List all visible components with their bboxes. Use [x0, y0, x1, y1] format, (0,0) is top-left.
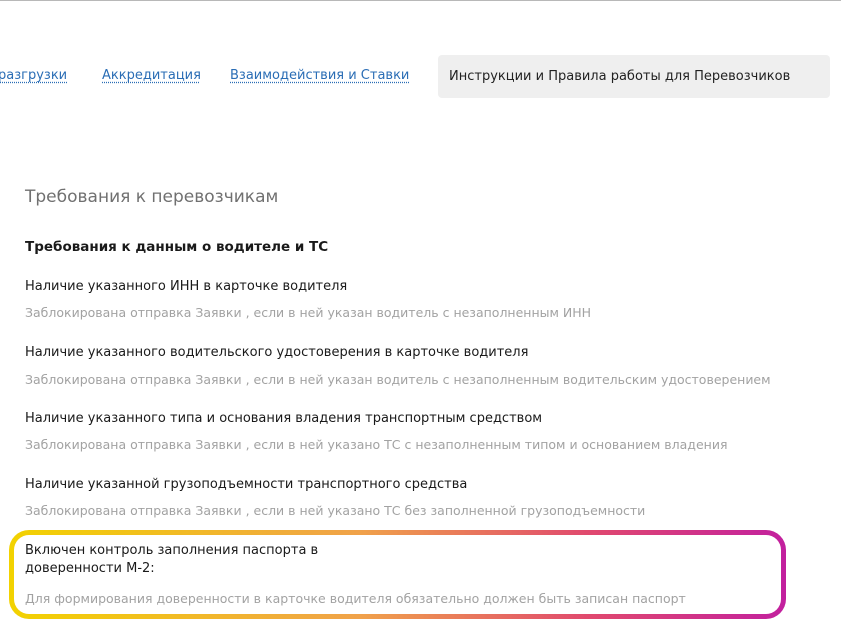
group-title: Требования к данным о водителе и ТС	[25, 239, 329, 255]
highlighted-requirement-title: Включен контроль заполнения паспорта в д…	[25, 543, 319, 576]
tab-instructions-active[interactable]: Инструкции и Правила работы для Перевозч…	[438, 55, 830, 98]
requirement-description: Заблокирована отправка Заявки , если в н…	[25, 372, 771, 387]
requirement-description: Заблокирована отправка Заявки , если в н…	[25, 437, 728, 452]
tab-accreditation[interactable]: Аккредитация	[102, 68, 201, 83]
requirement-description: Заблокирована отправка Заявки , если в н…	[25, 503, 646, 518]
requirement-title: Наличие указанного ИНН в карточке водите…	[25, 279, 348, 294]
tab-interactions-rates[interactable]: Взаимодействия и Ставки	[230, 68, 409, 83]
requirement-description: Заблокирована отправка Заявки , если в н…	[25, 305, 592, 320]
requirement-title: Наличие указанного типа и основания влад…	[25, 411, 543, 426]
tab-bar: разгрузки Аккредитация Взаимодействия и …	[0, 0, 841, 110]
tab-unloading[interactable]: разгрузки	[0, 68, 67, 83]
highlighted-requirement-description: Для формирования доверенности в карточке…	[25, 591, 686, 606]
requirement-title: Наличие указанного водительского удостов…	[25, 345, 529, 360]
requirement-title: Наличие указанной грузоподъемности транс…	[25, 477, 468, 492]
section-title: Требования к перевозчикам	[25, 187, 279, 207]
